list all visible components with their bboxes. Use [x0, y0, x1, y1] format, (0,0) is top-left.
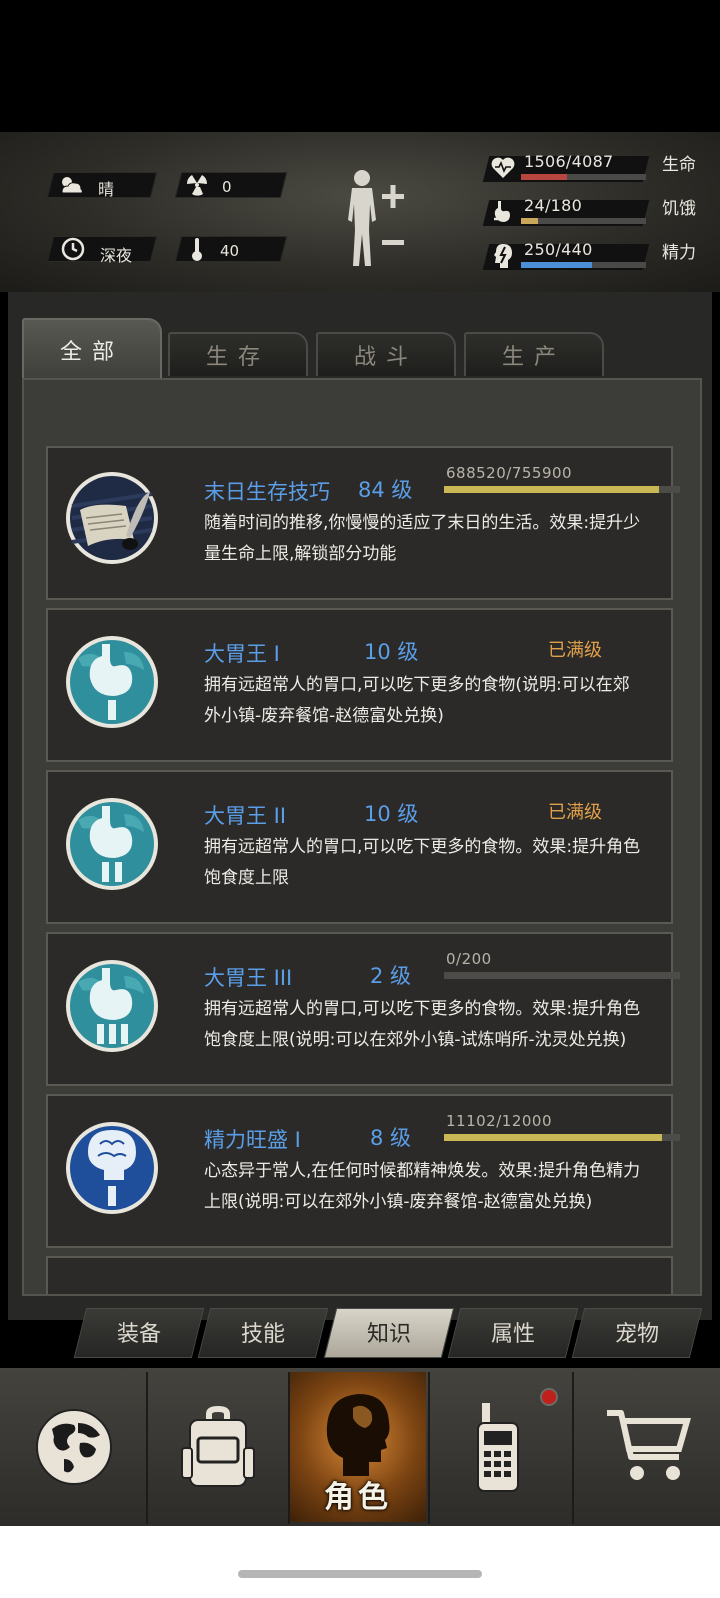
knowledge-progress-bar: [444, 486, 680, 493]
knowledge-card[interactable]: 大胃王 II 10 级 已满级 拥有远超常人的胃口,可以吃下更多的食物。效果:提…: [46, 770, 673, 924]
tab-production-label: 生产: [501, 345, 566, 370]
notification-dot: [540, 1388, 558, 1406]
knowledge-name: 大胃王 II: [204, 804, 287, 828]
knowledge-level: 8 级: [370, 1126, 412, 1150]
knowledge-description: 随着时间的推移,你慢慢的适应了末日的生活。效果:提升少 量生命上限,解锁部分功能: [204, 508, 654, 570]
knowledge-description-line: 拥有远超常人的胃口,可以吃下更多的食物。效果:提升角色: [204, 999, 641, 1019]
knowledge-max-label: 已满级: [548, 640, 602, 661]
nav-divider: [572, 1372, 574, 1524]
stomach-badge-icon: [64, 628, 160, 736]
subtab-equipment-label: 装备: [116, 1322, 161, 1347]
clock-icon: [60, 236, 86, 262]
energy-bar-fill: [521, 262, 592, 268]
knowledge-xp: 11102/12000: [446, 1112, 552, 1130]
shopping-cart-icon: [607, 1410, 691, 1480]
stomach-badge-icon: [64, 790, 160, 898]
stomach-badge-icon: [64, 952, 160, 1060]
energy-bar: [521, 262, 646, 268]
heart-pulse-icon: [490, 156, 516, 182]
knowledge-description: 拥有远超常人的胃口,可以吃下更多的食物。效果:提升角色 饱食度上限: [204, 832, 654, 894]
knowledge-name: 大胃王 I: [204, 642, 280, 666]
knowledge-level: 2 级: [370, 964, 412, 988]
sun-cloud-icon: [58, 172, 84, 198]
knowledge-description: 拥有远超常人的胃口,可以吃下更多的食物(说明:可以在郊 外小镇-废弃餐馆-赵德富…: [204, 670, 654, 732]
knowledge-description-line: 拥有远超常人的胃口,可以吃下更多的食物(说明:可以在郊: [204, 675, 630, 695]
knowledge-description-line: 量生命上限,解锁部分功能: [204, 544, 397, 564]
knowledge-description-line: 饱食度上限(说明:可以在郊外小镇-试炼哨所-沈灵处兑换): [204, 1030, 627, 1050]
weather-label: 晴: [98, 180, 115, 199]
tab-survival[interactable]: 生存: [168, 332, 308, 376]
tab-combat-label: 战斗: [353, 345, 418, 370]
knowledge-card[interactable]: 大胃王 I 10 级 已满级 拥有远超常人的胃口,可以吃下更多的食物(说明:可以…: [46, 608, 673, 762]
health-bar: [521, 174, 646, 180]
knowledge-description: 心态异于常人,在任何时候都精神焕发。效果:提升角色精力 上限(说明:可以在郊外小…: [204, 1156, 654, 1218]
walkie-talkie-icon: [477, 1403, 519, 1492]
knowledge-max-label: 已满级: [548, 802, 602, 823]
knowledge-card[interactable]: 末日生存技巧 84 级 688520/755900 随着时间的推移,你慢慢的适应…: [46, 446, 680, 600]
health-label: 生命: [662, 155, 696, 175]
energy-value: 250/440: [524, 240, 593, 259]
nav-map-button[interactable]: [4, 1372, 144, 1522]
health-value: 1506/4087: [524, 152, 614, 171]
knowledge-description-line: 随着时间的推移,你慢慢的适应了末日的生活。效果:提升少: [204, 513, 641, 533]
knowledge-description-line: 上限(说明:可以在郊外小镇-废弃餐馆-赵德富处兑换): [204, 1192, 593, 1212]
nav-shop-button[interactable]: [578, 1372, 718, 1522]
knowledge-description-line: 拥有远超常人的胃口,可以吃下更多的食物。效果:提升角色: [204, 837, 641, 857]
time-label: 深夜: [100, 246, 133, 265]
energy-label: 精力: [662, 243, 696, 263]
health-bar-fill: [521, 174, 567, 180]
tab-all-label: 全部: [59, 340, 124, 365]
radiation-value: 0: [222, 178, 232, 196]
tab-survival-label: 生存: [205, 345, 270, 370]
knowledge-progress-fill: [444, 1134, 663, 1141]
radiation-icon: [184, 172, 210, 198]
subtab-attributes-label: 属性: [490, 1322, 535, 1347]
body-figure-icon: [348, 170, 404, 266]
knowledge-name: 末日生存技巧: [204, 480, 330, 504]
scroll-quill-icon: [64, 466, 160, 574]
hunger-value: 24/180: [524, 196, 583, 215]
body-status-button[interactable]: [340, 168, 410, 272]
tab-combat[interactable]: 战斗: [316, 332, 456, 376]
nav-inventory-button[interactable]: [148, 1372, 288, 1522]
head-silhouette-icon: [326, 1394, 390, 1476]
subtab-knowledge-label: 知识: [366, 1322, 411, 1347]
knowledge-list[interactable]: 末日生存技巧 84 级 688520/755900 随着时间的推移,你慢慢的适应…: [22, 378, 702, 1296]
temperature-value: 40: [220, 242, 240, 260]
brain-badge-icon: [64, 1114, 160, 1222]
home-indicator[interactable]: [238, 1570, 482, 1578]
knowledge-level: 10 级: [364, 802, 419, 826]
tab-production[interactable]: 生产: [464, 332, 604, 376]
knowledge-card[interactable]: 精力旺盛 I 8 级 11102/12000 心态异于常人,在任何时候都精神焕发…: [46, 1094, 680, 1248]
knowledge-name: 精力旺盛 I: [204, 1128, 301, 1152]
knowledge-level: 10 级: [364, 640, 419, 664]
knowledge-description-line: 外小镇-废弃餐馆-赵德富处兑换): [204, 706, 444, 726]
hunger-label: 饥饿: [662, 199, 696, 219]
subtab-skills-label: 技能: [240, 1322, 285, 1347]
knowledge-description-line: 心态异于常人,在任何时候都精神焕发。效果:提升角色精力: [204, 1161, 641, 1181]
knowledge-progress-bar: [444, 972, 680, 979]
knowledge-xp: 0/200: [446, 950, 492, 968]
hunger-bar: [521, 218, 646, 224]
hunger-bar-fill: [521, 218, 538, 224]
nav-character-label: 角色: [324, 1480, 392, 1515]
knowledge-level: 84 级: [358, 478, 413, 502]
subtab-pets-label: 宠物: [614, 1322, 659, 1347]
brain-icon: [492, 242, 514, 270]
backpack-icon: [181, 1406, 255, 1487]
knowledge-progress-bar: [444, 1134, 680, 1141]
system-nav-bar: [0, 1526, 720, 1598]
knowledge-description-line: 饱食度上限: [204, 868, 289, 888]
knowledge-card[interactable]: 大胃王 III 2 级 0/200 拥有远超常人的胃口,可以吃下更多的食物。效果…: [46, 932, 680, 1086]
knowledge-xp: 688520/755900: [446, 464, 573, 482]
knowledge-description: 拥有远超常人的胃口,可以吃下更多的食物。效果:提升角色 饱食度上限(说明:可以在…: [204, 994, 654, 1056]
stomach-icon: [492, 200, 514, 226]
knowledge-name: 大胃王 III: [204, 966, 293, 990]
knowledge-card[interactable]: [46, 1256, 673, 1294]
globe-icon: [36, 1409, 112, 1485]
thermometer-icon: [184, 236, 210, 262]
knowledge-progress-fill: [444, 486, 659, 493]
tab-all[interactable]: 全部: [22, 318, 162, 380]
